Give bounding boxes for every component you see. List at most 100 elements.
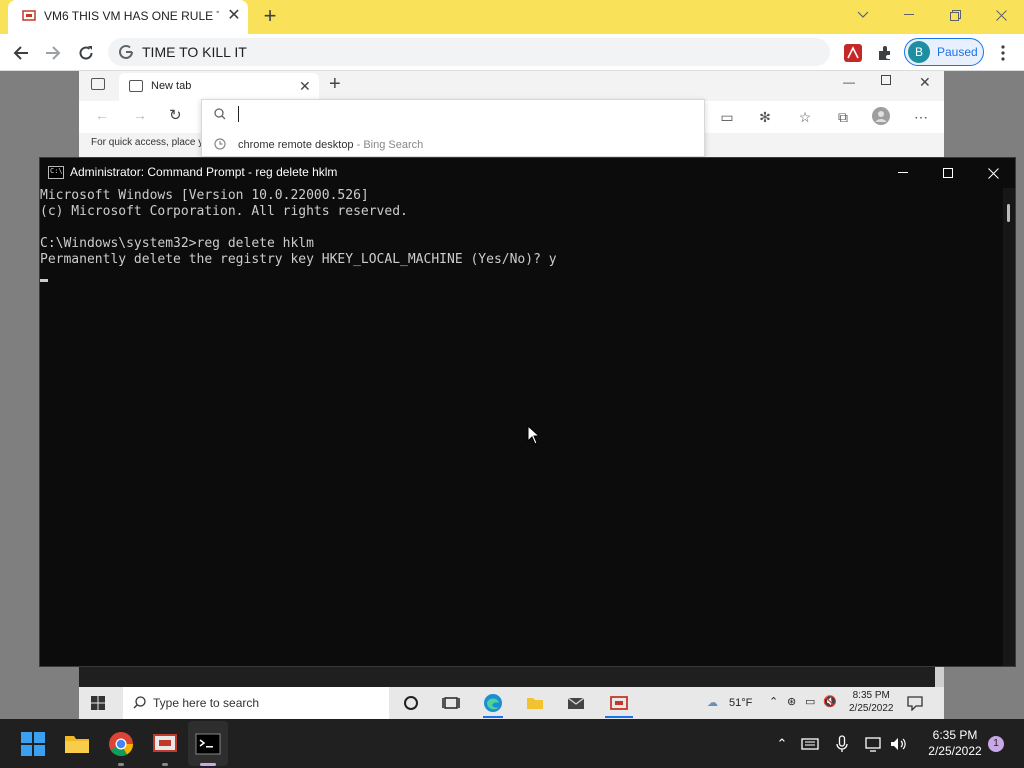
edge-favorites-icon[interactable]: ☆ bbox=[795, 107, 815, 127]
mail-icon[interactable] bbox=[566, 693, 586, 713]
edge-forward-icon[interactable]: → bbox=[133, 107, 147, 123]
chrome-tab-strip: VM6 THIS VM HAS ONE RULE TH ✕ + bbox=[0, 0, 1024, 34]
edge-close-icon[interactable]: ✕ bbox=[919, 74, 931, 91]
history-clock-icon bbox=[214, 138, 226, 150]
chrome-close-button[interactable] bbox=[978, 0, 1024, 30]
weather-cloud-icon[interactable]: ☁ bbox=[707, 696, 718, 709]
remote-desktop-favicon-icon bbox=[22, 10, 36, 21]
chrome-new-tab-button[interactable]: + bbox=[258, 5, 282, 29]
host-clock[interactable]: 6:35 PM 2/25/2022 bbox=[916, 727, 994, 759]
remote-desktop-app-icon[interactable] bbox=[152, 731, 178, 757]
console-line: (c) Microsoft Corporation. All rights re… bbox=[40, 204, 408, 219]
chrome-active-tab[interactable]: VM6 THIS VM HAS ONE RULE TH ✕ bbox=[8, 0, 248, 34]
command-prompt-window[interactable]: Administrator: Command Prompt - reg dele… bbox=[39, 157, 1016, 667]
acrobat-extension-icon[interactable] bbox=[840, 40, 866, 66]
remote-time: 8:35 PM bbox=[852, 690, 890, 701]
console-line: C:\Windows\system32>reg delete hklm bbox=[40, 236, 314, 251]
windows-start-icon[interactable] bbox=[20, 731, 46, 757]
tray-network-icon[interactable]: ▭ bbox=[805, 695, 815, 708]
tray-chevron-up-icon[interactable]: ⌃ bbox=[769, 695, 778, 708]
chrome-minimize-button[interactable] bbox=[886, 0, 932, 30]
volume-icon[interactable] bbox=[888, 734, 908, 754]
cmd-window-title: Administrator: Command Prompt - reg dele… bbox=[70, 165, 338, 179]
profile-status-label: Paused bbox=[937, 45, 978, 59]
remote-edge-window: New tab ✕ + — ✕ ← → ↻ ▭ ✻ ☆ ⧉ ⋯ For quic… bbox=[79, 71, 944, 161]
edge-extensions-icon[interactable]: ✻ bbox=[755, 107, 775, 127]
edge-tab-close-icon[interactable]: ✕ bbox=[299, 78, 311, 95]
forward-arrow-icon[interactable] bbox=[40, 40, 66, 66]
remote-search-placeholder: Type here to search bbox=[153, 696, 260, 710]
google-g-icon bbox=[119, 44, 133, 59]
host-date: 2/25/2022 bbox=[928, 744, 982, 758]
tray-update-icon[interactable]: ⊛ bbox=[787, 695, 796, 708]
cmd-scrollbar[interactable] bbox=[1003, 188, 1015, 666]
notification-count-badge[interactable]: 1 bbox=[988, 736, 1004, 752]
edge-collections-icon[interactable]: ⧉ bbox=[833, 107, 853, 127]
extensions-puzzle-icon[interactable] bbox=[872, 40, 898, 66]
chrome-browser-icon[interactable] bbox=[108, 731, 134, 757]
cmd-app-icon bbox=[48, 166, 64, 179]
remote-windows-start-icon[interactable] bbox=[91, 696, 105, 710]
microphone-icon[interactable] bbox=[832, 734, 852, 754]
edge-new-tab[interactable]: New tab ✕ bbox=[119, 73, 319, 101]
remote-clock[interactable]: 8:35 PM 2/25/2022 bbox=[849, 689, 894, 715]
remote-taskbar-search[interactable]: Type here to search bbox=[123, 687, 389, 719]
edge-back-icon[interactable]: ← bbox=[95, 107, 109, 123]
file-explorer-icon[interactable] bbox=[64, 731, 90, 757]
edge-restore-icon[interactable] bbox=[881, 75, 891, 85]
tray-volume-muted-icon[interactable]: 🔇 bbox=[823, 695, 837, 708]
cmd-close-button[interactable] bbox=[970, 158, 1016, 188]
console-cursor bbox=[40, 279, 48, 282]
keyboard-icon[interactable] bbox=[800, 734, 820, 754]
search-suggestion[interactable]: chrome remote desktop - Bing Search bbox=[238, 139, 423, 151]
edge-immersive-reader-icon[interactable]: ▭ bbox=[717, 107, 737, 127]
search-icon bbox=[214, 108, 226, 120]
edge-profile-icon[interactable] bbox=[871, 107, 891, 127]
terminal-active-indicator bbox=[200, 763, 216, 766]
suggestion-source: - Bing Search bbox=[353, 139, 424, 151]
chrome-menu-kebab-icon[interactable] bbox=[990, 40, 1016, 66]
remote-desktop-running-indicator bbox=[162, 763, 168, 766]
edge-minimize-icon[interactable]: — bbox=[843, 75, 855, 89]
back-arrow-icon[interactable] bbox=[8, 40, 34, 66]
suggestion-query: chrome remote desktop bbox=[238, 139, 354, 151]
cmd-title-bar[interactable]: Administrator: Command Prompt - reg dele… bbox=[40, 158, 1015, 188]
cmd-maximize-button[interactable] bbox=[925, 158, 971, 188]
chrome-tab-title: VM6 THIS VM HAS ONE RULE TH bbox=[44, 9, 219, 23]
address-input-caret[interactable] bbox=[238, 106, 239, 122]
chrome-tab-close-icon[interactable]: ✕ bbox=[226, 8, 242, 24]
reload-icon[interactable] bbox=[73, 40, 99, 66]
mouse-pointer-icon bbox=[527, 425, 541, 445]
edge-address-dropdown[interactable]: chrome remote desktop - Bing Search bbox=[201, 99, 705, 157]
host-time: 6:35 PM bbox=[932, 728, 978, 742]
file-explorer-icon[interactable] bbox=[525, 693, 545, 713]
address-bar-text: TIME TO KILL IT bbox=[142, 44, 247, 60]
cmd-scrollbar-thumb[interactable] bbox=[1007, 204, 1010, 222]
edge-tab-actions-icon[interactable] bbox=[91, 78, 105, 90]
chrome-restore-button[interactable] bbox=[932, 0, 978, 30]
profile-chip[interactable]: B Paused bbox=[904, 38, 984, 66]
edge-tab-page-icon bbox=[129, 80, 143, 92]
weather-temperature[interactable]: 51°F bbox=[729, 697, 752, 709]
favorites-bar-hint: For quick access, place y bbox=[91, 137, 204, 148]
edge-refresh-icon[interactable]: ↻ bbox=[169, 106, 182, 124]
notifications-icon[interactable] bbox=[907, 695, 923, 711]
chrome-tab-search-icon[interactable] bbox=[840, 0, 886, 30]
edge-new-tab-button[interactable]: + bbox=[329, 73, 341, 96]
remote-desktop-app-icon[interactable] bbox=[609, 693, 629, 713]
search-icon bbox=[133, 696, 146, 709]
console-line: Permanently delete the registry key HKEY… bbox=[40, 252, 557, 267]
cmd-minimize-button[interactable] bbox=[880, 158, 926, 188]
cmd-console-output[interactable]: Microsoft Windows [Version 10.0.22000.52… bbox=[40, 188, 1002, 666]
address-bar[interactable]: TIME TO KILL IT bbox=[108, 38, 830, 66]
edge-running-indicator bbox=[483, 716, 503, 718]
profile-avatar: B bbox=[908, 41, 930, 63]
tray-chevron-up-icon[interactable]: ⌃ bbox=[772, 734, 792, 754]
terminal-icon[interactable] bbox=[195, 731, 221, 757]
network-icon[interactable] bbox=[864, 734, 884, 754]
edge-menu-icon[interactable]: ⋯ bbox=[911, 107, 931, 127]
chrome-toolbar: TIME TO KILL IT B Paused bbox=[0, 34, 1024, 71]
edge-browser-icon[interactable] bbox=[483, 693, 503, 713]
task-view-icon[interactable] bbox=[441, 693, 461, 713]
cortana-icon[interactable] bbox=[401, 693, 421, 713]
